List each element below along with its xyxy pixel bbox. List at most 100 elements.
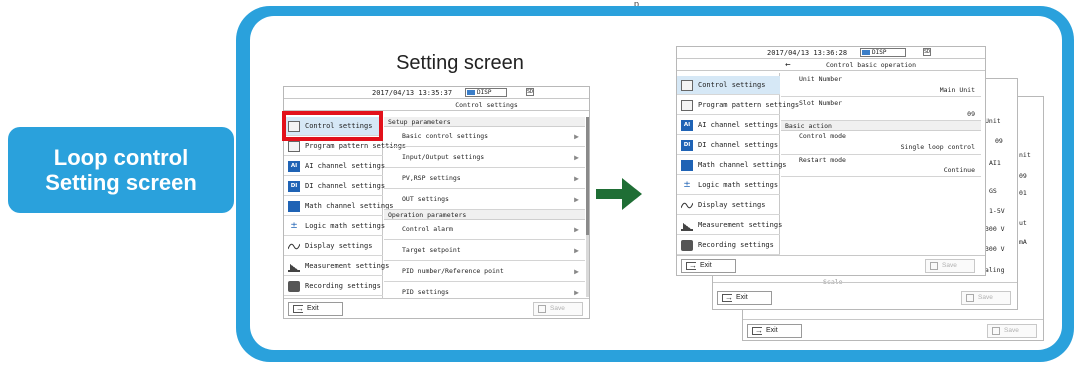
peek-text: Unit bbox=[985, 117, 1001, 125]
program-pattern-icon bbox=[681, 100, 693, 111]
menu-item-math-channel[interactable]: Math channel settings bbox=[284, 197, 394, 216]
setting-screen-title: Setting screen bbox=[396, 52, 524, 74]
menu-item-display[interactable]: Display settings bbox=[677, 196, 780, 215]
section-header-operation: Operation parameters bbox=[384, 210, 585, 220]
slot-number-row[interactable]: Slot Number 09 bbox=[781, 97, 981, 121]
menu-item-measurement[interactable]: Measurement settings bbox=[284, 257, 389, 276]
chevron-right-icon: ▶ bbox=[574, 174, 579, 183]
menu-item-ai-channel[interactable]: AI AI channel settings bbox=[284, 157, 385, 176]
save-icon bbox=[538, 305, 546, 313]
datetime: 2017/04/13 13:35:37 bbox=[372, 89, 453, 97]
save-icon bbox=[966, 294, 974, 302]
status-bar: 2017/04/13 13:36:28 DISP SD bbox=[677, 47, 985, 59]
exit-icon bbox=[686, 260, 697, 272]
logic-math-icon: ± bbox=[683, 180, 691, 190]
menu-item-recording[interactable]: Recording settings bbox=[677, 236, 780, 255]
sd-card-icon: SD bbox=[923, 48, 931, 56]
save-button[interactable]: Save bbox=[925, 259, 975, 273]
menu-item-program-pattern[interactable]: Program pattern settings bbox=[677, 96, 799, 115]
detail-panel: Unit Number Main Unit Slot Number 09 Bas… bbox=[781, 73, 981, 257]
exit-button[interactable]: Exit bbox=[681, 259, 736, 273]
exit-button[interactable]: Exit bbox=[747, 324, 802, 338]
menu-item-measurement[interactable]: Measurement settings bbox=[677, 216, 782, 235]
slot-number-label: Slot Number bbox=[799, 99, 843, 107]
list-item-out[interactable]: OUT settings ▶ bbox=[384, 190, 585, 210]
unit-number-row[interactable]: Unit Number Main Unit bbox=[781, 73, 981, 97]
restart-mode-label: Restart mode bbox=[799, 156, 846, 164]
highlight-control-settings bbox=[282, 111, 383, 141]
control-mode-value: Single loop control bbox=[900, 143, 975, 151]
logic-math-icon: ± bbox=[290, 221, 298, 231]
exit-button[interactable]: Exit bbox=[717, 291, 772, 305]
menu-item-math-channel[interactable]: Math channel settings bbox=[677, 156, 787, 175]
save-button[interactable]: Save bbox=[961, 291, 1011, 305]
menu-item-di-channel[interactable]: DI DI channel settings bbox=[284, 177, 385, 196]
recording-icon bbox=[288, 281, 300, 292]
exit-icon bbox=[752, 325, 763, 337]
ai-channel-icon: AI bbox=[681, 120, 693, 131]
list-item-pid-number[interactable]: PID number/Reference point ▶ bbox=[384, 262, 585, 282]
disp-icon bbox=[467, 90, 475, 95]
list-item-input-output[interactable]: Input/Output settings ▶ bbox=[384, 148, 585, 168]
chevron-right-icon: ▶ bbox=[574, 267, 579, 276]
list-item-pv-rsp[interactable]: PV,RSP settings ▶ bbox=[384, 169, 585, 189]
datetime: 2017/04/13 13:36:28 bbox=[767, 49, 848, 57]
measurement-icon bbox=[288, 261, 300, 272]
peek-text: ut bbox=[1019, 219, 1027, 227]
save-button[interactable]: Save bbox=[987, 324, 1037, 338]
peek-text: 09 bbox=[995, 137, 1003, 145]
footer-bar: Exit Save bbox=[743, 319, 1043, 340]
peek-text: 300 V bbox=[985, 225, 1005, 233]
measurement-icon bbox=[681, 220, 693, 231]
peek-text: AI1 bbox=[989, 159, 1001, 167]
section-header-setup: Setup parameters bbox=[384, 117, 585, 127]
exit-button[interactable]: Exit bbox=[288, 302, 343, 316]
menu-item-control-settings[interactable]: Control settings bbox=[677, 76, 780, 95]
math-channel-icon bbox=[681, 160, 693, 171]
menu-item-di-channel[interactable]: DI DI channel settings bbox=[677, 136, 780, 155]
unit-number-label: Unit Number bbox=[799, 75, 843, 83]
list-item-target-setpoint[interactable]: Target setpoint ▶ bbox=[384, 241, 585, 261]
peek-text: GS bbox=[989, 187, 997, 195]
chevron-right-icon: ▶ bbox=[574, 195, 579, 204]
menu-item-ai-channel[interactable]: AI AI channel settings bbox=[677, 116, 780, 135]
menu-item-recording[interactable]: Recording settings bbox=[284, 277, 383, 296]
disp-indicator: DISP bbox=[465, 88, 507, 97]
math-channel-icon bbox=[288, 201, 300, 212]
peek-text: mA bbox=[1019, 238, 1027, 246]
menu-item-display[interactable]: Display settings bbox=[284, 237, 383, 256]
menu-item-logic-math[interactable]: ± Logic math settings bbox=[284, 217, 385, 236]
peek-text: 01 bbox=[1019, 189, 1027, 197]
label-line-1: Loop control bbox=[53, 145, 189, 170]
settings-list: Setup parameters Basic control settings ▶… bbox=[384, 112, 587, 303]
list-item-control-alarm[interactable]: Control alarm ▶ bbox=[384, 220, 585, 240]
chevron-right-icon: ▶ bbox=[574, 153, 579, 162]
scrollbar-thumb[interactable] bbox=[586, 117, 589, 235]
control-settings-icon bbox=[681, 80, 693, 91]
list-item-basic-control[interactable]: Basic control settings ▶ bbox=[384, 127, 585, 147]
restart-mode-row[interactable]: Restart mode Continue bbox=[781, 155, 981, 177]
back-arrow-icon[interactable]: ← bbox=[781, 59, 795, 71]
program-pattern-icon bbox=[288, 141, 300, 152]
control-mode-row[interactable]: Control mode Single loop control bbox=[781, 131, 981, 155]
screen-title: ← Control basic operation bbox=[677, 59, 985, 71]
save-button[interactable]: Save bbox=[533, 302, 583, 316]
ai-channel-icon: AI bbox=[288, 161, 300, 172]
save-icon bbox=[930, 262, 938, 270]
peek-text: 09 bbox=[1019, 172, 1027, 180]
sd-card-icon: SD bbox=[526, 88, 534, 96]
list-scrollbar[interactable] bbox=[586, 117, 589, 297]
footer-bar: Exit Save bbox=[677, 255, 985, 275]
display-wave-icon bbox=[680, 200, 694, 211]
disp-indicator: DISP bbox=[860, 48, 906, 57]
chevron-right-icon: ▶ bbox=[574, 225, 579, 234]
menu-item-logic-math[interactable]: ± Logic math settings bbox=[677, 176, 780, 195]
exit-icon bbox=[722, 292, 733, 304]
disp-icon bbox=[862, 50, 870, 55]
settings-menu: Control settings Program pattern setting… bbox=[677, 73, 799, 257]
status-bar: 2017/04/13 13:35:37 DISP SD bbox=[284, 87, 589, 99]
loop-control-label: Loop control Setting screen bbox=[8, 127, 234, 213]
control-basic-operation-screen: 2017/04/13 13:36:28 DISP SD ← Control ba… bbox=[676, 46, 986, 276]
slot-number-value: 09 bbox=[967, 110, 975, 118]
peek-text: nit bbox=[1019, 151, 1031, 159]
